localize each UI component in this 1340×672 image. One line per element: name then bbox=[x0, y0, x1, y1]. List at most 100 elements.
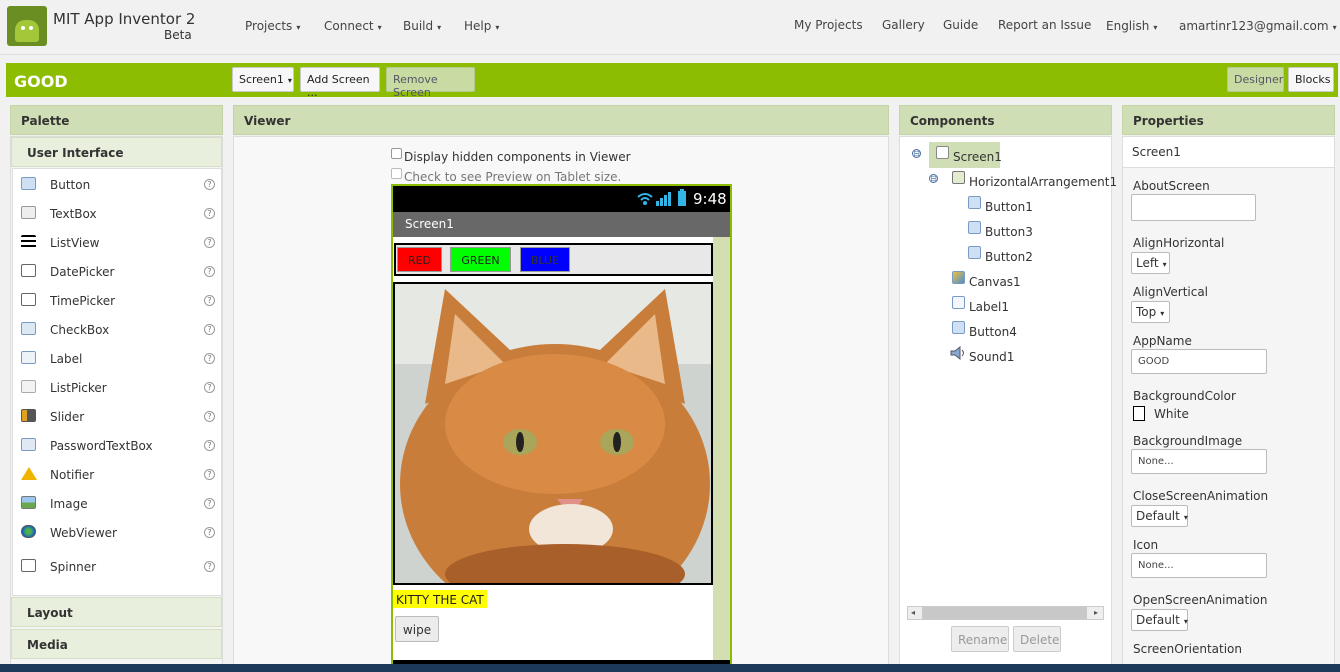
palette-item-listpicker[interactable]: ListPicker? bbox=[12, 372, 222, 401]
caret-down-icon: ▾ bbox=[1183, 617, 1188, 626]
tree-item-sound1[interactable]: Sound1 bbox=[969, 350, 1014, 364]
palette-section-user-interface[interactable]: User Interface bbox=[11, 137, 222, 167]
palette-item-listview[interactable]: ListView? bbox=[12, 227, 222, 256]
close-animation-label: CloseScreenAnimation bbox=[1133, 489, 1269, 503]
tree-item-label1[interactable]: Label1 bbox=[969, 300, 1009, 314]
menu-build[interactable]: Build ▾ bbox=[403, 19, 441, 33]
button-icon bbox=[952, 321, 965, 334]
color-swatch-icon[interactable] bbox=[1133, 406, 1145, 421]
help-icon[interactable]: ? bbox=[204, 295, 215, 306]
help-icon[interactable]: ? bbox=[204, 266, 215, 277]
blocks-button[interactable]: Blocks bbox=[1288, 67, 1334, 92]
add-screen-button[interactable]: Add Screen ... bbox=[300, 67, 380, 99]
canvas-icon bbox=[952, 271, 965, 284]
palette-item-button[interactable]: Button? bbox=[12, 169, 222, 198]
caret-down-icon: ▾ bbox=[296, 23, 301, 32]
align-vertical-dropdown[interactable]: Top ▾ bbox=[1131, 301, 1170, 323]
close-animation-dropdown[interactable]: Default ▾ bbox=[1131, 505, 1188, 527]
tree-item-canvas1[interactable]: Canvas1 bbox=[969, 275, 1021, 289]
caret-down-icon: ▾ bbox=[1153, 23, 1158, 32]
tree-item-screen1[interactable]: Screen1 bbox=[953, 150, 1002, 164]
palette-item-checkbox[interactable]: CheckBox? bbox=[12, 314, 222, 343]
scrollbar-thumb[interactable] bbox=[922, 607, 1087, 619]
menu-user[interactable]: amartinr123@gmail.com ▾ bbox=[1179, 19, 1337, 33]
app-name-input[interactable]: GOOD bbox=[1131, 349, 1267, 374]
rename-button[interactable]: Rename bbox=[951, 626, 1009, 652]
collapse-icon[interactable]: ⊟ bbox=[929, 174, 938, 183]
green-button[interactable]: GREEN bbox=[450, 247, 511, 272]
help-icon[interactable]: ? bbox=[204, 208, 215, 219]
palette-header: Palette bbox=[10, 105, 223, 135]
blue-button[interactable]: BLUE bbox=[520, 247, 570, 272]
align-horizontal-dropdown[interactable]: Left ▾ bbox=[1131, 252, 1170, 274]
help-icon[interactable]: ? bbox=[204, 527, 215, 538]
menu-language[interactable]: English ▾ bbox=[1106, 19, 1157, 33]
help-icon[interactable]: ? bbox=[204, 440, 215, 451]
red-button[interactable]: RED bbox=[397, 247, 442, 272]
palette-section-media[interactable]: Media bbox=[11, 629, 222, 659]
palette-item-textbox[interactable]: TextBox? bbox=[12, 198, 222, 227]
app-name-label: AppName bbox=[1133, 334, 1192, 348]
screen-select-dropdown[interactable]: Screen1 ▾ bbox=[232, 67, 294, 92]
help-icon[interactable]: ? bbox=[204, 324, 215, 335]
hidden-components-checkbox[interactable] bbox=[391, 148, 402, 159]
tablet-preview-checkbox[interactable] bbox=[391, 168, 402, 179]
palette-item-datepicker[interactable]: DatePicker? bbox=[12, 256, 222, 285]
palette-section-layout[interactable]: Layout bbox=[11, 597, 222, 627]
app-inventor-logo[interactable] bbox=[7, 6, 47, 46]
palette-item-passwordtextbox[interactable]: PasswordTextBox? bbox=[12, 430, 222, 459]
link-guide[interactable]: Guide bbox=[943, 18, 978, 32]
menu-help[interactable]: Help ▾ bbox=[464, 19, 499, 33]
link-my-projects[interactable]: My Projects bbox=[794, 18, 863, 32]
hidden-components-label: Display hidden components in Viewer bbox=[404, 150, 631, 164]
help-icon[interactable]: ? bbox=[204, 469, 215, 480]
help-icon[interactable]: ? bbox=[204, 411, 215, 422]
about-screen-textarea[interactable] bbox=[1131, 194, 1256, 221]
help-icon[interactable]: ? bbox=[204, 561, 215, 572]
collapse-icon[interactable]: ⊟ bbox=[912, 149, 921, 158]
delete-button[interactable]: Delete bbox=[1013, 626, 1061, 652]
listpicker-icon bbox=[21, 380, 36, 393]
designer-button[interactable]: Designer bbox=[1227, 67, 1284, 92]
icon-label: Icon bbox=[1133, 538, 1159, 552]
tree-item-button2[interactable]: Button2 bbox=[985, 250, 1033, 264]
help-icon[interactable]: ? bbox=[204, 237, 215, 248]
wipe-button[interactable]: wipe bbox=[395, 616, 439, 642]
help-icon[interactable]: ? bbox=[204, 179, 215, 190]
help-icon[interactable]: ? bbox=[204, 382, 215, 393]
menu-connect[interactable]: Connect ▾ bbox=[324, 19, 382, 33]
palette-item-spinner[interactable]: Spinner? bbox=[12, 551, 222, 580]
scroll-right-icon[interactable]: ▸ bbox=[1094, 608, 1098, 617]
palette-item-label[interactable]: Label? bbox=[12, 343, 222, 372]
tree-item-button1[interactable]: Button1 bbox=[985, 200, 1033, 214]
tree-item-button4[interactable]: Button4 bbox=[969, 325, 1017, 339]
button-icon bbox=[968, 221, 981, 234]
scroll-left-icon[interactable]: ◂ bbox=[911, 608, 915, 617]
background-image-input[interactable]: None... bbox=[1131, 449, 1267, 474]
palette-item-webviewer[interactable]: WebViewer? bbox=[12, 517, 222, 546]
background-color-value[interactable]: White bbox=[1154, 407, 1189, 421]
link-gallery[interactable]: Gallery bbox=[882, 18, 925, 32]
tablet-preview-label: Check to see Preview on Tablet size. bbox=[404, 170, 622, 184]
open-animation-dropdown[interactable]: Default ▾ bbox=[1131, 609, 1188, 631]
icon-input[interactable]: None... bbox=[1131, 553, 1267, 578]
palette-item-timepicker[interactable]: TimePicker? bbox=[12, 285, 222, 314]
screen-orientation-label: ScreenOrientation bbox=[1133, 642, 1243, 656]
os-taskbar bbox=[0, 664, 1340, 672]
canvas-with-cat-image[interactable] bbox=[393, 282, 713, 585]
app-title: MIT App Inventor 2 bbox=[53, 10, 196, 28]
app-beta-label: Beta bbox=[164, 28, 192, 42]
project-name: GOOD bbox=[14, 72, 68, 91]
palette-item-slider[interactable]: Slider? bbox=[12, 401, 222, 430]
palette-item-notifier[interactable]: Notifier? bbox=[12, 459, 222, 488]
palette-item-image[interactable]: Image? bbox=[12, 488, 222, 517]
tree-item-button3[interactable]: Button3 bbox=[985, 225, 1033, 239]
link-report-issue[interactable]: Report an Issue bbox=[998, 18, 1091, 32]
button-icon bbox=[21, 177, 36, 190]
remove-screen-button[interactable]: Remove Screen bbox=[386, 67, 475, 99]
timepicker-icon bbox=[21, 293, 36, 306]
menu-projects[interactable]: Projects ▾ bbox=[245, 19, 300, 33]
help-icon[interactable]: ? bbox=[204, 498, 215, 509]
help-icon[interactable]: ? bbox=[204, 353, 215, 364]
tree-item-horizontalarrangement1[interactable]: HorizontalArrangement1 bbox=[969, 175, 1117, 189]
